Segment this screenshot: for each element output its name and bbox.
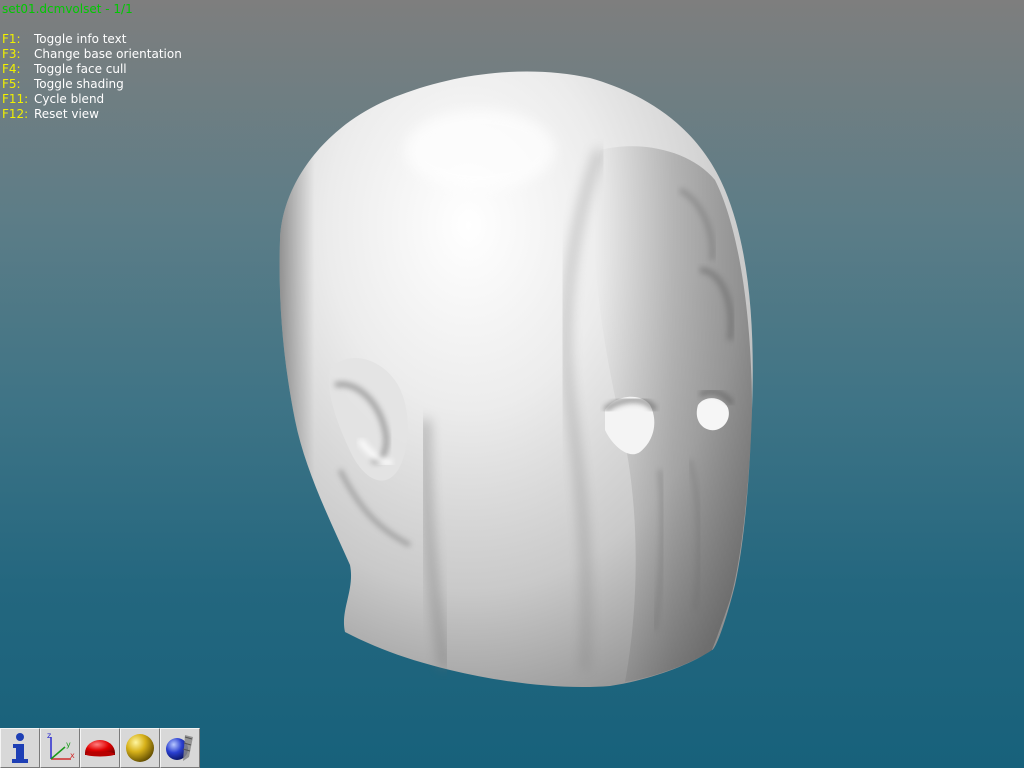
help-label: Reset view	[34, 107, 99, 121]
help-key: F5:	[2, 77, 21, 91]
help-label: Toggle info text	[34, 32, 127, 46]
help-key: F1:	[2, 32, 21, 46]
help-key: F4:	[2, 62, 21, 76]
hemisphere-button[interactable]	[80, 728, 120, 768]
render-viewport[interactable]: set01.dcmvolset - 1/1 F1: Toggle info te…	[0, 0, 1024, 768]
axes-icon: z y x	[47, 731, 75, 760]
axis-x-label: x	[70, 751, 75, 760]
blue-sphere-tool-icon	[166, 735, 193, 761]
lighting-button[interactable]	[160, 728, 200, 768]
info-button[interactable]	[0, 728, 40, 768]
axis-y-label: y	[66, 740, 71, 749]
info-icon	[12, 733, 28, 763]
help-label: Change base orientation	[34, 47, 182, 61]
help-label: Toggle shading	[34, 77, 124, 91]
help-label: Cycle blend	[34, 92, 105, 106]
help-key: F3:	[2, 47, 21, 61]
red-hemisphere-icon	[85, 740, 115, 757]
volume-title: set01.dcmvolset - 1/1	[2, 2, 133, 16]
bottom-toolbar: z y x	[0, 728, 200, 768]
help-label: Toggle face cull	[34, 62, 127, 76]
head-surface-model[interactable]	[0, 0, 1024, 768]
axis-z-label: z	[47, 731, 51, 740]
help-key: F11:	[2, 92, 29, 106]
sphere-button[interactable]	[120, 728, 160, 768]
axes-button[interactable]: z y x	[40, 728, 80, 768]
help-key: F12:	[2, 107, 29, 121]
head-highlight	[405, 110, 555, 190]
gold-sphere-icon	[126, 734, 154, 762]
